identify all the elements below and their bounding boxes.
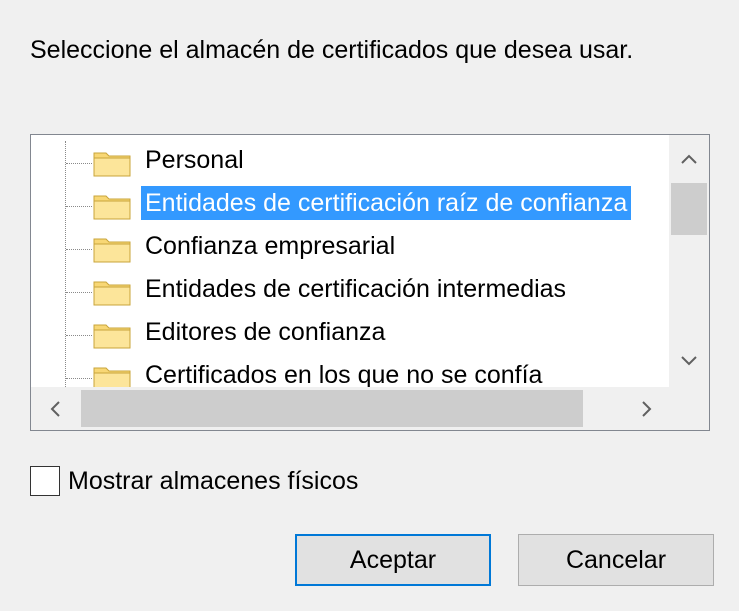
- tree-item-label: Personal: [145, 146, 244, 174]
- folder-icon: [93, 324, 131, 349]
- cancel-button[interactable]: Cancelar: [518, 534, 714, 586]
- tree-connector: [66, 206, 92, 207]
- show-physical-stores-checkbox[interactable]: [30, 466, 60, 496]
- chevron-right-icon: [642, 400, 652, 417]
- folder-icon: [93, 367, 131, 387]
- horizontal-scrollbar[interactable]: [31, 387, 669, 430]
- scroll-down-button[interactable]: [669, 341, 709, 381]
- tree-item-intermediate[interactable]: Entidades de certificación intermedias: [31, 272, 669, 308]
- tree-connector: [66, 163, 92, 164]
- tree-connector: [66, 378, 92, 379]
- vertical-scrollbar[interactable]: [669, 135, 709, 387]
- tree-item-untrusted[interactable]: Certificados en los que no se confía: [31, 358, 669, 387]
- tree-item-enterprise-trust[interactable]: Confianza empresarial: [31, 229, 669, 265]
- tree-item-trusted-root[interactable]: Entidades de certificación raíz de confi…: [31, 186, 669, 222]
- tree-item-trusted-publishers[interactable]: Editores de confianza: [31, 315, 669, 351]
- tree-viewport: Personal Entidades de certificación raíz…: [31, 135, 669, 387]
- tree-item-label: Certificados en los que no se confía: [145, 361, 543, 387]
- folder-icon: [93, 281, 131, 306]
- show-physical-stores-label[interactable]: Mostrar almacenes físicos: [68, 464, 358, 498]
- folder-icon: [93, 195, 131, 220]
- scrollbar-corner: [669, 387, 709, 430]
- folder-icon: [93, 152, 131, 177]
- tree-item-label: Editores de confianza: [145, 318, 386, 346]
- scroll-left-button[interactable]: [35, 387, 75, 430]
- chevron-up-icon: [681, 154, 697, 164]
- chevron-left-icon: [50, 400, 60, 417]
- show-physical-stores-option[interactable]: Mostrar almacenes físicos: [30, 464, 358, 498]
- folder-icon: [93, 238, 131, 263]
- chevron-down-icon: [681, 356, 697, 366]
- scroll-right-button[interactable]: [627, 387, 667, 430]
- horizontal-scroll-thumb[interactable]: [81, 390, 583, 427]
- scroll-up-button[interactable]: [669, 139, 709, 179]
- certificate-store-tree[interactable]: Personal Entidades de certificación raíz…: [30, 134, 710, 431]
- vertical-scroll-thumb[interactable]: [671, 183, 707, 235]
- tree-item-personal[interactable]: Personal: [31, 143, 669, 179]
- tree-connector: [66, 292, 92, 293]
- tree-item-label: Confianza empresarial: [145, 232, 396, 260]
- prompt-text: Seleccione el almacén de certificados qu…: [30, 36, 634, 64]
- tree-item-label: Entidades de certificación raíz de confi…: [141, 186, 632, 220]
- tree-item-label: Entidades de certificación intermedias: [145, 275, 567, 303]
- tree-connector: [66, 249, 92, 250]
- tree-connector: [66, 335, 92, 336]
- ok-button[interactable]: Aceptar: [295, 534, 491, 586]
